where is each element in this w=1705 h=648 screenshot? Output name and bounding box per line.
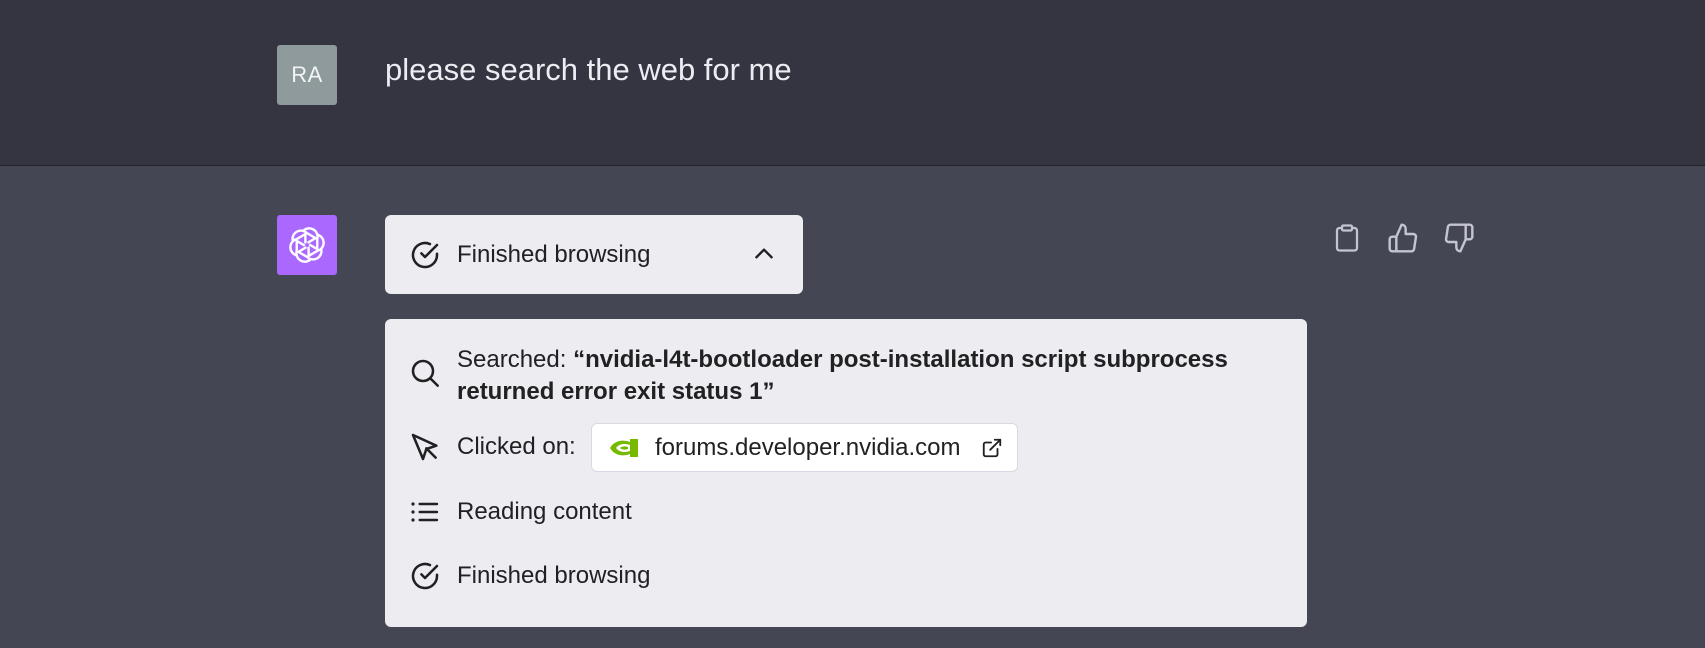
search-icon	[409, 357, 441, 394]
list-icon	[409, 496, 441, 533]
clipboard-icon	[1335, 224, 1359, 252]
thumbs-up-icon	[1388, 223, 1418, 253]
source-link[interactable]: forums.developer.nvidia.com	[591, 423, 1018, 472]
thumbs-down-icon	[1444, 223, 1474, 253]
copy-button[interactable]	[1330, 221, 1364, 255]
reading-step-label: Reading content	[457, 498, 632, 525]
finished-step-label: Finished browsing	[457, 562, 651, 589]
check-circle-icon	[409, 239, 441, 276]
user-message-text: please search the web for me	[385, 52, 792, 87]
external-link-icon	[981, 437, 1003, 464]
thumbs-up-button[interactable]	[1386, 221, 1420, 255]
assistant-message-row: Finished browsing Searched: “nvidia-l4t-…	[0, 166, 1705, 648]
browsing-steps-panel: Searched: “nvidia-l4t-bootloader post-in…	[385, 319, 1307, 627]
check-circle-icon	[409, 560, 441, 597]
nvidia-logo-icon	[608, 436, 640, 465]
user-avatar-initials: RA	[291, 62, 323, 87]
assistant-avatar	[277, 215, 337, 275]
search-query: “nvidia-l4t-bootloader post-installation…	[457, 346, 1228, 405]
browsing-status-label: Finished browsing	[457, 241, 651, 268]
source-link-domain: forums.developer.nvidia.com	[655, 434, 961, 461]
thumbs-down-button[interactable]	[1442, 221, 1476, 255]
cursor-icon	[409, 431, 441, 468]
search-step-prefix: Searched:	[457, 346, 567, 373]
openai-logo-icon	[289, 227, 325, 263]
user-avatar: RA	[277, 45, 337, 105]
clicked-step-prefix: Clicked on:	[457, 433, 576, 460]
browsing-status-toggle[interactable]: Finished browsing	[385, 215, 803, 294]
user-message-row: RA please search the web for me	[0, 0, 1705, 166]
search-step: Searched: “nvidia-l4t-bootloader post-in…	[457, 344, 1287, 408]
chevron-up-icon[interactable]	[751, 241, 777, 272]
